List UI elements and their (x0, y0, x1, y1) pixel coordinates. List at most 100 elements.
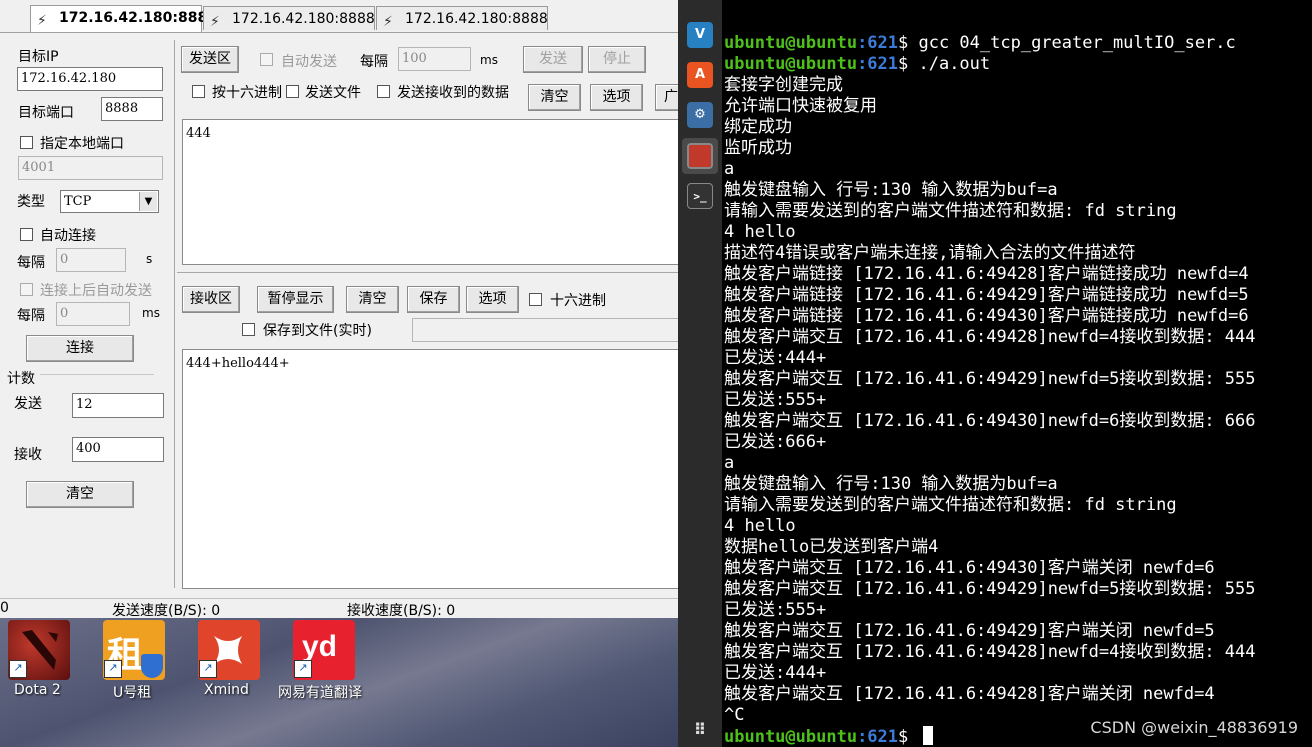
broadcast-button[interactable]: 广 (655, 84, 678, 111)
send-count-label: 发送 (14, 396, 42, 412)
send-button[interactable]: 发送 (523, 46, 583, 73)
auto-connect-label: 自动连接 (40, 228, 96, 244)
app-grid-icon[interactable]: ⠿ (687, 717, 713, 743)
recv-options-button[interactable]: 选项 (466, 286, 519, 313)
local-port-input[interactable]: 4001 (18, 156, 163, 180)
prompt-command: $ (898, 727, 919, 747)
youdao-label: 网易有道翻译 (278, 685, 362, 701)
interval-label-2: 每隔 (17, 308, 45, 324)
send-received-label: 发送接收到的数据 (397, 85, 509, 101)
terminal-output-line: 绑定成功 (724, 117, 792, 137)
type-select[interactable]: TCP ▼ (60, 190, 159, 213)
send-clear-button[interactable]: 清空 (528, 84, 581, 111)
save-to-file-label: 保存到文件(实时) (263, 323, 372, 339)
terminal-output-line: 触发键盘输入 行号:130 输入数据为buf=a (724, 180, 1058, 200)
terminal-output-line: 套接字创建完成 (724, 75, 843, 95)
network-icon[interactable]: ⚙ (687, 102, 713, 128)
recv-count-label: 接收 (14, 447, 42, 463)
target-port-input[interactable]: 8888 (101, 97, 163, 121)
windows-desktop: ↗ Dota 2 租 ↗ U号租 ↗ Xmind yd ↗ 网易有道翻译 (0, 618, 678, 747)
local-port-checkbox[interactable] (20, 136, 33, 149)
terminal-cursor (922, 726, 933, 745)
terminal-output-line: 请输入需要发送到的客户端文件描述符和数据: fd string (724, 201, 1177, 221)
target-ip-input[interactable]: 172.16.42.180 (17, 67, 163, 91)
stop-button[interactable]: 停止 (588, 46, 646, 73)
shortcut-arrow-icon: ↗ (9, 660, 27, 678)
terminal-output-line: 请输入需要发送到的客户端文件描述符和数据: fd string (724, 495, 1177, 515)
dota2-label: Dota 2 (14, 682, 61, 698)
auto-send-checkbox[interactable] (260, 53, 273, 66)
send-interval-input[interactable]: 100 (398, 47, 471, 71)
terminal-output-line: ^C (724, 705, 745, 725)
unit-ms-label: ms (142, 306, 160, 320)
auto-send-interval-input[interactable]: 0 (56, 302, 130, 326)
connect-button[interactable]: 连接 (26, 335, 134, 362)
save-to-file-checkbox[interactable] (242, 323, 255, 336)
save-file-path-input[interactable] (412, 318, 678, 342)
plug-icon: ⚡ (37, 13, 47, 29)
send-file-label: 发送文件 (305, 85, 361, 101)
recv-area-title[interactable]: 接收区 (182, 286, 240, 313)
terminal-output-line: 允许端口快速被复用 (724, 96, 877, 116)
terminal-output-line: 已发送:555+ (724, 600, 827, 620)
prompt-command: $ gcc 04_tcp_greater_multIO_ser.c (898, 33, 1236, 53)
recv-hex-label: 十六进制 (550, 293, 606, 309)
tab-connection-3[interactable]: ⚡ 172.16.42.180:8888 (376, 6, 548, 30)
netassist-window: ⚡ 172.16.42.180:8888 ⚡ 172.16.42.180:8888 … (0, 0, 678, 747)
panel-divider (174, 40, 175, 588)
terminal-output-line: 触发客户端交互 [172.16.41.6:49428]客户端关闭 newfd=4 (724, 684, 1215, 704)
send-unit-ms-label: ms (480, 53, 498, 67)
send-area-title[interactable]: 发送区 (181, 46, 239, 73)
terminal-output-line: 触发键盘输入 行号:130 输入数据为buf=a (724, 474, 1058, 494)
send-textarea[interactable]: 444 (182, 119, 678, 265)
xmind-label: Xmind (204, 682, 249, 698)
terminal-output-line: 触发客户端链接 [172.16.41.6:49430]客户端链接成功 newfd… (724, 306, 1249, 326)
terminal-output-line: 触发客户端交互 [172.16.41.6:49430]newfd=6接收到数据:… (724, 411, 1256, 431)
terminal-window[interactable]: ubuntu@ubuntu:621$ gcc 04_tcp_greater_mu… (722, 0, 1312, 747)
auto-send-after-connect-label: 连接上后自动发送 (40, 283, 152, 299)
prompt-user-host: ubuntu@ubuntu (724, 727, 858, 747)
tab-connection-2[interactable]: ⚡ 172.16.42.180:8888 (203, 6, 375, 30)
reconnect-interval-input[interactable]: 0 (56, 248, 126, 272)
auto-send-after-connect-checkbox[interactable] (20, 283, 33, 296)
send-options-button[interactable]: 选项 (590, 84, 643, 111)
terminal-output-line: 已发送:444+ (724, 663, 827, 683)
send-received-checkbox[interactable] (377, 85, 390, 98)
auto-send-label: 自动发送 (281, 54, 337, 70)
send-hex-checkbox[interactable] (192, 85, 205, 98)
recv-speed-status: 接收速度(B/S): 0 (347, 603, 456, 619)
vscode-icon[interactable]: V (687, 22, 713, 48)
send-file-checkbox[interactable] (286, 85, 299, 98)
chevron-down-icon[interactable]: ▼ (139, 192, 157, 211)
pause-display-button[interactable]: 暂停显示 (257, 286, 334, 313)
terminal-output-line: 触发客户端交互 [172.16.41.6:49430]客户端关闭 newfd=6 (724, 558, 1215, 578)
recv-save-button[interactable]: 保存 (407, 286, 460, 313)
plug-icon: ⚡ (210, 14, 220, 30)
terminal-output-line: a (724, 159, 735, 179)
ubuntu-dock: V A ⚙ >_ ⠿ (678, 0, 722, 747)
terminal-output-line: 已发送:666+ (724, 432, 827, 452)
terminal-output-line: 触发客户端交互 [172.16.41.6:49428]newfd=4接收到数据:… (724, 642, 1256, 662)
send-speed-status: 发送速度(B/S): 0 (112, 603, 221, 619)
terminal-prompt-line: ubuntu@ubuntu:621$ (724, 726, 933, 747)
counter-label: 计数 (7, 371, 35, 387)
terminal-output-line: 4 hello (724, 516, 796, 536)
tab-bar: ⚡ 172.16.42.180:8888 ⚡ 172.16.42.180:8888 … (0, 0, 678, 33)
red-app-icon[interactable] (687, 143, 713, 169)
tab-connection-1[interactable]: ⚡ 172.16.42.180:8888 (30, 5, 217, 32)
terminal-output-line: 触发客户端交互 [172.16.41.6:49429]newfd=5接收到数据:… (724, 579, 1256, 599)
counter-divider (40, 374, 154, 375)
terminal-output-line: 触发客户端链接 [172.16.41.6:49428]客户端链接成功 newfd… (724, 264, 1249, 284)
watermark: CSDN @weixin_48836919 (1090, 718, 1298, 737)
terminal-prompt-line: ubuntu@ubuntu:621$ gcc 04_tcp_greater_mu… (724, 33, 1236, 54)
recv-clear-button[interactable]: 清空 (346, 286, 399, 313)
recv-hex-checkbox[interactable] (529, 293, 542, 306)
terminal-output-line: a (724, 453, 735, 473)
auto-connect-checkbox[interactable] (20, 228, 33, 241)
recv-textarea: 444+hello444+ (182, 349, 678, 589)
area-divider (177, 272, 678, 273)
clear-counter-button[interactable]: 清空 (26, 481, 134, 508)
terminal-icon[interactable]: >_ (687, 183, 713, 209)
app-store-icon[interactable]: A (687, 62, 713, 88)
prompt-user-host: ubuntu@ubuntu (724, 54, 858, 74)
